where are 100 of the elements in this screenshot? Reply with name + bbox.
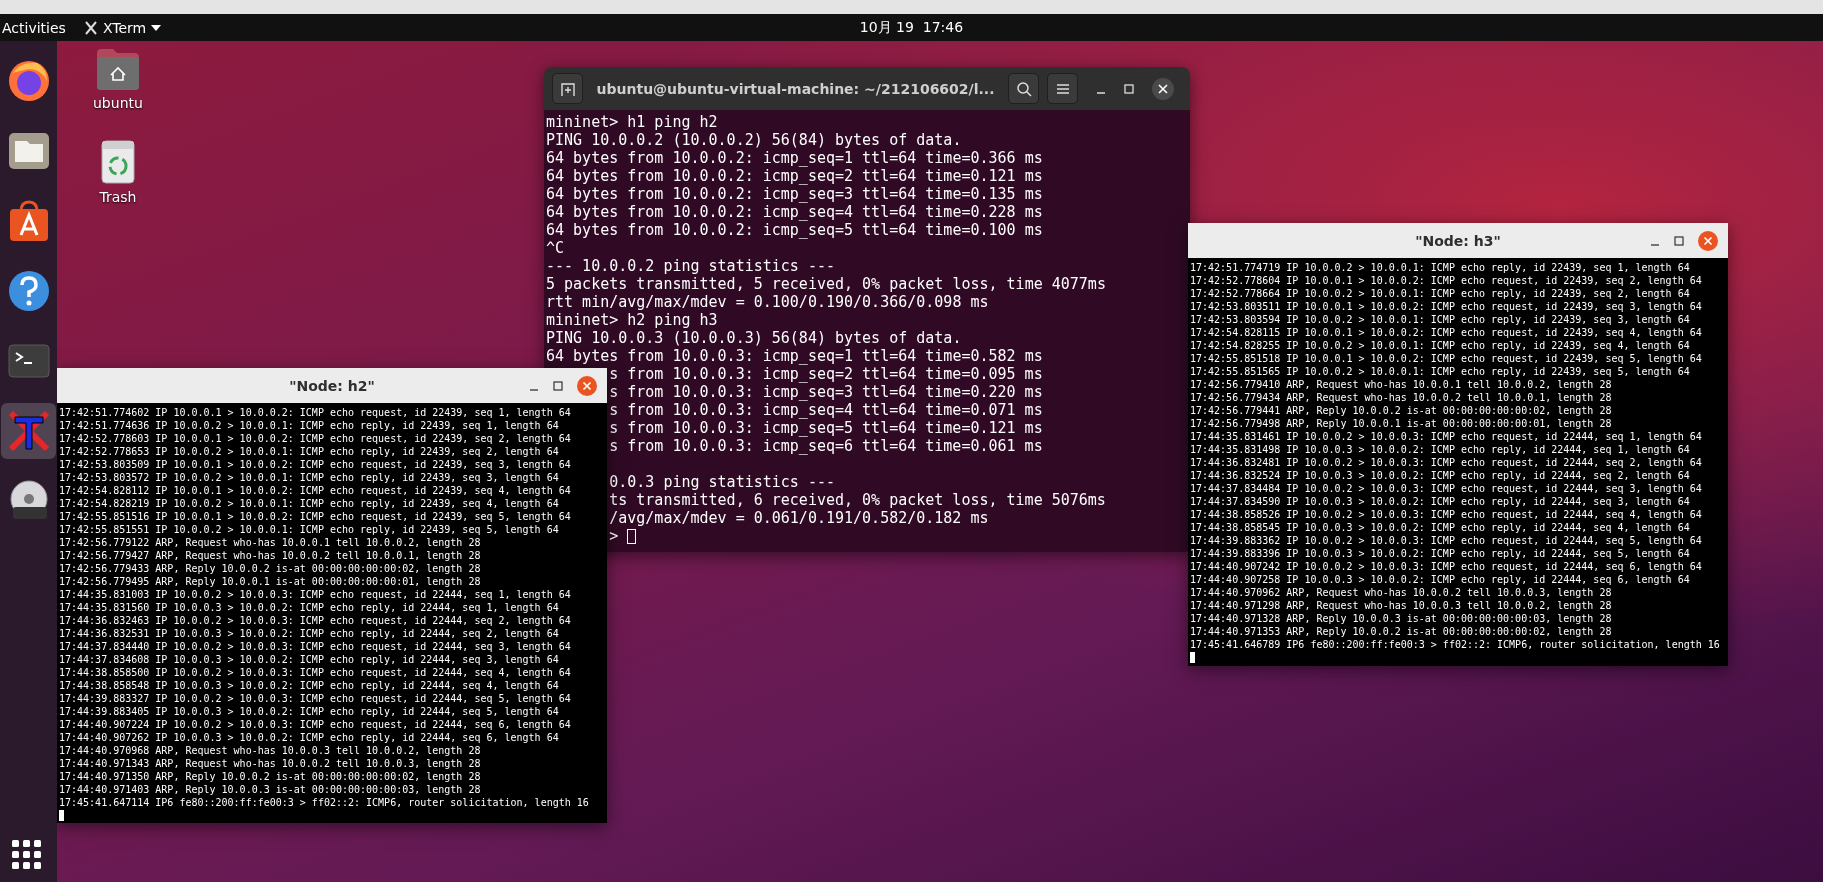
caret-icon[interactable]	[151, 24, 162, 31]
new-tab-icon	[559, 80, 576, 97]
maximize-icon[interactable]	[553, 380, 563, 391]
terminal-line: 17:44:36.832463 IP 10.0.0.2 > 10.0.0.3: ICMP echo request, id 22444, seq 2, length 64	[59, 615, 571, 626]
terminal-line: 17:42:56.779495 ARP, Reply 10.0.0.1 is-at 00:00:00:00:00:01, length 28	[59, 576, 481, 587]
help-icon	[6, 269, 51, 313]
terminal-line: rtt min/avg/max/mdev = 0.100/0.190/0.366/0.098 ms	[546, 293, 990, 311]
terminal-line: 17:44:38.858548 IP 10.0.0.3 > 10.0.0.2: ICMP echo reply, id 22444, seq 4, length 64	[59, 680, 559, 691]
terminal-line: 17:42:54.828115 IP 10.0.0.1 > 10.0.0.2: ICMP echo request, id 22439, seq 4, length 64	[1190, 327, 1702, 338]
terminal-line: 17:44:38.858526 IP 10.0.0.2 > 10.0.0.3: ICMP echo request, id 22444, seq 4, length 64	[1190, 509, 1702, 520]
terminal-line: 17:44:36.832524 IP 10.0.0.3 > 10.0.0.2: ICMP echo reply, id 22444, seq 2, length 64	[1190, 470, 1690, 481]
window-title: "Node: h2"	[289, 377, 375, 394]
home-folder-icon[interactable]	[94, 47, 141, 91]
terminal-line: 17:42:51.774636 IP 10.0.0.2 > 10.0.0.1: ICMP echo reply, id 22439, seq 1, length 64	[59, 420, 559, 431]
terminal-line: 17:44:37.834484 IP 10.0.0.2 > 10.0.0.3: ICMP echo request, id 22444, seq 3, length 64	[1190, 483, 1702, 494]
search-icon	[1015, 80, 1032, 97]
terminal-line: 17:42:56.779122 ARP, Request who-has 10.0.0.1 tell 10.0.0.2, length 28	[59, 537, 481, 548]
xt-logo-icon	[6, 409, 51, 453]
terminal-line: 17:42:53.803509 IP 10.0.0.1 > 10.0.0.2: ICMP echo request, id 22439, seq 3, length 64	[59, 459, 571, 470]
terminal-line: 17:42:56.779498 ARP, Reply 10.0.0.1 is-at 00:00:00:00:00:01, length 28	[1190, 418, 1612, 429]
search-button[interactable]	[1008, 73, 1039, 104]
new-tab-button[interactable]	[552, 73, 583, 104]
terminal-line: 64 bytes from 10.0.0.3: icmp_seq=1 ttl=64 time=0.582 ms	[546, 347, 1044, 365]
terminal-line: 17:45:41.647114 IP6 fe80::200:ff:fe00:3 > ff02::2: ICMP6, router solicitation, length 16	[59, 797, 589, 808]
terminal-line: 17:44:35.831560 IP 10.0.0.3 > 10.0.0.2: ICMP echo reply, id 22444, seq 1, length 64	[59, 602, 559, 613]
terminal-line: 17:44:38.858545 IP 10.0.0.3 > 10.0.0.2: ICMP echo reply, id 22444, seq 4, length 64	[1190, 522, 1690, 533]
terminal-line: 17:44:39.883362 IP 10.0.0.2 > 10.0.0.3: ICMP echo request, id 22444, seq 5, length 64	[1190, 535, 1702, 546]
desktop-icon-label[interactable]: Trash	[99, 189, 137, 205]
cursor	[627, 528, 637, 544]
terminal-line: 17:44:40.907262 IP 10.0.0.3 > 10.0.0.2: ICMP echo reply, id 22444, seq 6, length 64	[59, 732, 559, 743]
terminal-line: 64 bytes from 10.0.0.2: icmp_seq=3 ttl=64 time=0.135 ms	[546, 185, 1044, 203]
terminal-line: 17:44:40.970968 ARP, Request who-has 10.0.0.3 tell 10.0.0.2, length 28	[59, 745, 481, 756]
desktop-icon-label[interactable]: ubuntu	[93, 95, 143, 111]
terminal-line: 17:42:55.851516 IP 10.0.0.1 > 10.0.0.2: ICMP echo request, id 22439, seq 5, length 64	[59, 511, 571, 522]
terminal-line: 17:44:40.971403 ARP, Reply 10.0.0.3 is-at 00:00:00:00:00:03, length 28	[59, 784, 481, 795]
terminal-line: 17:44:37.834440 IP 10.0.0.2 > 10.0.0.3: ICMP echo request, id 22444, seq 3, length 64	[59, 641, 571, 652]
terminal-line: 17:44:36.832481 IP 10.0.0.2 > 10.0.0.3: ICMP echo request, id 22444, seq 2, length 64	[1190, 457, 1702, 468]
terminal-line: 17:44:35.831003 IP 10.0.0.2 > 10.0.0.3: ICMP echo request, id 22444, seq 1, length 64	[59, 589, 571, 600]
terminal-line: s from 10.0.0.3: icmp_seq=6 ttl=64 time=0.061 ms	[609, 437, 1043, 455]
terminal-line: 0.0.3 ping statistics ---	[609, 473, 835, 491]
terminal-line: 64 bytes from 10.0.0.2: icmp_seq=2 ttl=64 time=0.121 ms	[546, 167, 1044, 185]
terminal-line: 17:42:52.778653 IP 10.0.0.2 > 10.0.0.1: ICMP echo reply, id 22439, seq 2, length 64	[59, 446, 559, 457]
terminal-line: s from 10.0.0.3: icmp_seq=5 ttl=64 time=0.121 ms	[609, 419, 1043, 437]
terminal-line: 17:42:55.851551 IP 10.0.0.2 > 10.0.0.1: ICMP echo reply, id 22439, seq 5, length 64	[59, 524, 559, 535]
menu-icon	[1055, 82, 1070, 95]
menu-button[interactable]	[1047, 73, 1078, 104]
x-icon	[83, 20, 98, 35]
cursor	[1190, 652, 1195, 663]
terminal-line: 17:42:52.778604 IP 10.0.0.1 > 10.0.0.2: ICMP echo request, id 22439, seq 2, length 64	[1190, 275, 1702, 286]
terminal-line: 64 bytes from 10.0.0.2: icmp_seq=5 ttl=64 time=0.100 ms	[546, 221, 1044, 239]
terminal-line: s from 10.0.0.3: icmp_seq=2 ttl=64 time=0.095 ms	[609, 365, 1043, 383]
clock[interactable]: 10月 19 17:46	[859, 18, 964, 37]
terminal-line: 17:42:56.779433 ARP, Reply 10.0.0.2 is-at 00:00:00:00:00:02, length 28	[59, 563, 481, 574]
window-title: ubuntu@ubuntu-virtual-machine: ~/212106602/l...	[595, 80, 996, 97]
terminal-line: 17:44:40.971343 ARP, Request who-has 10.0.0.2 tell 10.0.0.3, length 28	[59, 758, 481, 769]
terminal-line: 17:44:39.883396 IP 10.0.0.3 > 10.0.0.2: ICMP echo reply, id 22444, seq 5, length 64	[1190, 548, 1690, 559]
terminal-line: 17:44:37.834590 IP 10.0.0.3 > 10.0.0.2: ICMP echo reply, id 22444, seq 3, length 64	[1190, 496, 1690, 507]
terminal-line: 17:42:52.778603 IP 10.0.0.1 > 10.0.0.2: ICMP echo request, id 22439, seq 2, length 64	[59, 433, 571, 444]
terminal-line: 17:44:40.907224 IP 10.0.0.2 > 10.0.0.3: ICMP echo request, id 22444, seq 6, length 64	[59, 719, 571, 730]
terminal-line: 17:44:36.832531 IP 10.0.0.3 > 10.0.0.2: ICMP echo reply, id 22444, seq 2, length 64	[59, 628, 559, 639]
terminal-line: 17:42:56.779410 ARP, Request who-has 10.0.0.1 tell 10.0.0.2, length 28	[1190, 379, 1612, 390]
terminal-line: 17:44:39.883327 IP 10.0.0.2 > 10.0.0.3: ICMP echo request, id 22444, seq 5, length 64	[59, 693, 571, 704]
terminal-line: s from 10.0.0.3: icmp_seq=3 ttl=64 time=0.220 ms	[609, 383, 1043, 401]
activities-button[interactable]: Activities	[0, 19, 84, 36]
terminal-line: 17:42:54.828112 IP 10.0.0.1 > 10.0.0.2: ICMP echo request, id 22439, seq 4, length 64	[59, 485, 571, 496]
terminal-line: 17:44:40.907258 IP 10.0.0.3 > 10.0.0.2: ICMP echo reply, id 22444, seq 6, length 64	[1190, 574, 1690, 585]
terminal-line: mininet> h2 ping h3	[546, 311, 719, 329]
close-icon[interactable]	[1152, 77, 1174, 100]
terminal-line: 5 packets transmitted, 5 received, 0% packet loss, time 4077ms	[546, 275, 1107, 293]
terminal-line: PING 10.0.0.2 (10.0.0.2) 56(84) bytes of data.	[546, 131, 963, 149]
terminal-line: 64 bytes from 10.0.0.2: icmp_seq=4 ttl=64 time=0.228 ms	[546, 203, 1044, 221]
prompt: >	[609, 527, 619, 545]
terminal-line: 17:42:54.828255 IP 10.0.0.2 > 10.0.0.1: ICMP echo reply, id 22439, seq 4, length 64	[1190, 340, 1690, 351]
terminal-line: PING 10.0.0.3 (10.0.0.3) 56(84) bytes of data.	[546, 329, 963, 347]
terminal-line: 17:42:53.803594 IP 10.0.0.2 > 10.0.0.1: ICMP echo reply, id 22439, seq 3, length 64	[1190, 314, 1690, 325]
terminal-line: 17:44:40.907242 IP 10.0.0.2 > 10.0.0.3: ICMP echo request, id 22444, seq 6, length 64	[1190, 561, 1702, 572]
terminal-line: 17:42:54.828219 IP 10.0.0.2 > 10.0.0.1: ICMP echo reply, id 22439, seq 4, length 64	[59, 498, 559, 509]
terminal-line: 17:44:40.970962 ARP, Request who-has 10.0.0.2 tell 10.0.0.3, length 28	[1190, 587, 1612, 598]
terminal-line: 17:44:37.834608 IP 10.0.0.3 > 10.0.0.2: ICMP echo reply, id 22444, seq 3, length 64	[59, 654, 559, 665]
terminal-line: /avg/max/mdev = 0.061/0.191/0.582/0.182 ms	[609, 509, 989, 527]
app-menu[interactable]: XTerm	[102, 19, 147, 36]
maximize-icon[interactable]	[1674, 235, 1684, 246]
app-grid-icon[interactable]	[12, 840, 42, 870]
terminal-line: 17:42:56.779441 ARP, Reply 10.0.0.2 is-at 00:00:00:00:00:02, length 28	[1190, 405, 1612, 416]
terminal-line: --- 10.0.0.2 ping statistics ---	[546, 257, 836, 275]
terminal-line: 17:44:40.971350 ARP, Reply 10.0.0.2 is-at 00:00:00:00:00:02, length 28	[59, 771, 481, 782]
terminal-line: 17:44:39.883405 IP 10.0.0.3 > 10.0.0.2: ICMP echo reply, id 22444, seq 5, length 64	[59, 706, 559, 717]
terminal-line: 17:44:35.831461 IP 10.0.0.2 > 10.0.0.3: ICMP echo request, id 22444, seq 1, length 64	[1190, 431, 1702, 442]
terminal-line: 17:42:55.851518 IP 10.0.0.1 > 10.0.0.2: ICMP echo request, id 22439, seq 5, length 64	[1190, 353, 1702, 364]
terminal-line: 17:42:52.778664 IP 10.0.0.2 > 10.0.0.1: ICMP echo reply, id 22439, seq 2, length 64	[1190, 288, 1690, 299]
terminal-line: 17:42:55.851565 IP 10.0.0.2 > 10.0.0.1: ICMP echo reply, id 22439, seq 5, length 64	[1190, 366, 1690, 377]
trash-icon[interactable]	[99, 139, 136, 185]
terminal-line: 17:42:51.774602 IP 10.0.0.1 > 10.0.0.2: ICMP echo request, id 22439, seq 1, length 64	[59, 407, 571, 418]
terminal-line: ^C	[546, 239, 566, 257]
terminal-line: 17:44:35.831498 IP 10.0.0.3 > 10.0.0.2: ICMP echo reply, id 22444, seq 1, length 64	[1190, 444, 1690, 455]
terminal-line: ts transmitted, 6 received, 0% packet loss, time 5076ms	[609, 491, 1106, 509]
cursor	[59, 810, 64, 821]
terminal-line: 17:44:38.858500 IP 10.0.0.2 > 10.0.0.3: ICMP echo request, id 22444, seq 4, length 64	[59, 667, 571, 678]
terminal-line: 17:44:40.971328 ARP, Reply 10.0.0.3 is-at 00:00:00:00:00:03, length 28	[1190, 613, 1612, 624]
terminal-line: 17:42:53.803572 IP 10.0.0.2 > 10.0.0.1: ICMP echo reply, id 22439, seq 3, length 64	[59, 472, 559, 483]
